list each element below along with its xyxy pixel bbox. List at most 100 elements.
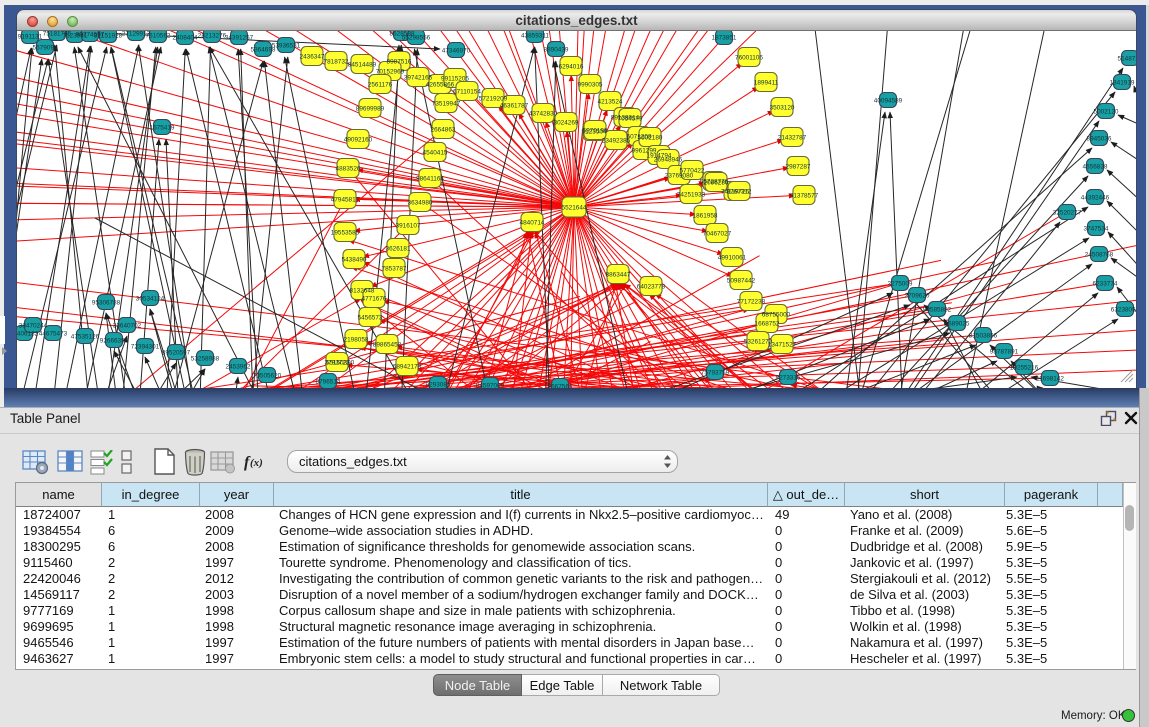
svg-text:89865458: 89865458 <box>373 342 402 349</box>
svg-text:49092160: 49092160 <box>344 137 373 144</box>
svg-text:44392446: 44392446 <box>1081 195 1110 202</box>
svg-text:32520277: 32520277 <box>1053 210 1082 217</box>
svg-text:4883526: 4883526 <box>336 166 361 173</box>
svg-text:72394301: 72394301 <box>131 344 160 351</box>
svg-text:1341919: 1341919 <box>1110 80 1135 87</box>
svg-text:28213276: 28213276 <box>198 33 227 40</box>
svg-text:2664863: 2664863 <box>431 127 456 134</box>
svg-text:5970190: 5970190 <box>583 128 608 135</box>
svg-text:6294016: 6294016 <box>559 64 584 71</box>
svg-text:89699989: 89699989 <box>356 106 385 113</box>
svg-text:9767312: 9767312 <box>727 189 752 196</box>
svg-text:84514489: 84514489 <box>348 62 377 69</box>
svg-text:70505620: 70505620 <box>253 373 282 380</box>
svg-text:2096280: 2096280 <box>704 180 729 187</box>
svg-text:57219209: 57219209 <box>479 96 508 103</box>
svg-text:(x): (x) <box>250 457 263 469</box>
svg-text:8273315: 8273315 <box>776 375 801 382</box>
svg-text:5579094: 5579094 <box>33 45 58 52</box>
svg-text:9191131: 9191131 <box>18 34 43 41</box>
svg-text:4840714: 4840714 <box>520 220 545 227</box>
svg-text:3024269: 3024269 <box>554 120 579 127</box>
svg-text:1861958: 1861958 <box>693 213 718 220</box>
svg-text:1899411: 1899411 <box>754 80 779 87</box>
svg-text:1668752: 1668752 <box>755 321 780 328</box>
svg-text:50987442: 50987442 <box>727 278 756 285</box>
svg-text:5602180: 5602180 <box>638 135 663 142</box>
svg-text:68755000: 68755000 <box>762 312 791 319</box>
svg-text:19255216: 19255216 <box>1010 365 1039 372</box>
svg-text:9293086: 9293086 <box>426 382 451 389</box>
svg-text:44675473: 44675473 <box>39 331 68 338</box>
svg-text:8796514: 8796514 <box>316 379 341 386</box>
svg-text:68942178: 68942178 <box>393 364 422 371</box>
svg-text:5770422: 5770422 <box>680 168 705 175</box>
svg-text:1873851: 1873851 <box>712 35 737 42</box>
svg-text:47346970: 47346970 <box>442 48 471 55</box>
svg-text:6233774: 6233774 <box>1093 281 1118 288</box>
svg-text:8945036: 8945036 <box>1087 136 1112 143</box>
svg-text:5002120: 5002120 <box>1094 109 1119 116</box>
svg-text:81503856: 81503856 <box>969 333 998 340</box>
svg-text:73519947: 73519947 <box>432 101 461 108</box>
svg-text:98641164: 98641164 <box>416 176 444 183</box>
svg-text:55298556: 55298556 <box>402 35 431 42</box>
svg-text:19553585: 19553585 <box>331 230 360 237</box>
svg-text:9667566: 9667566 <box>548 384 573 389</box>
svg-text:2408404: 2408404 <box>173 35 198 42</box>
svg-text:5521644: 5521644 <box>562 205 587 212</box>
svg-text:34406132: 34406132 <box>17 331 39 338</box>
svg-text:99115205: 99115205 <box>441 76 469 83</box>
svg-text:5148725: 5148725 <box>1118 56 1136 63</box>
svg-text:21432787: 21432787 <box>778 135 807 142</box>
svg-text:89520597: 89520597 <box>162 350 191 357</box>
svg-text:7610562: 7610562 <box>146 33 171 40</box>
svg-text:7054579: 7054579 <box>618 116 643 123</box>
svg-text:2275009: 2275009 <box>888 281 913 288</box>
svg-text:2987287: 2987287 <box>786 164 811 171</box>
svg-text:24508768: 24508768 <box>1085 252 1114 259</box>
svg-text:3916107: 3916107 <box>396 223 421 230</box>
svg-text:40094589: 40094589 <box>874 98 903 105</box>
svg-text:70152969: 70152969 <box>376 69 405 76</box>
svg-text:26948946: 26948946 <box>654 157 683 164</box>
svg-text:53936531: 53936531 <box>272 43 301 50</box>
svg-text:2709620: 2709620 <box>905 293 930 300</box>
svg-text:47535126: 47535126 <box>71 334 100 341</box>
svg-text:4656838: 4656838 <box>1083 164 1108 171</box>
svg-text:7853787: 7853787 <box>382 266 407 273</box>
svg-text:43742830: 43742830 <box>529 111 558 118</box>
svg-text:2198058: 2198058 <box>344 337 369 344</box>
svg-text:74251933: 74251933 <box>677 192 706 199</box>
svg-text:8987516: 8987516 <box>387 59 412 66</box>
svg-text:49910061: 49910061 <box>718 255 747 262</box>
svg-text:4771676: 4771676 <box>362 296 387 303</box>
svg-text:3634980: 3634980 <box>408 200 433 207</box>
svg-text:84597009: 84597009 <box>476 383 505 389</box>
svg-text:3626181: 3626181 <box>386 246 411 253</box>
svg-text:53258988: 53258988 <box>191 356 220 363</box>
svg-text:1675419: 1675419 <box>150 125 175 132</box>
svg-text:3783722: 3783722 <box>325 360 350 367</box>
svg-text:2453962: 2453962 <box>226 364 251 371</box>
svg-text:13471527: 13471527 <box>768 342 797 349</box>
svg-text:92666356: 92666356 <box>100 338 129 345</box>
svg-text:46361787: 46361787 <box>500 103 529 110</box>
svg-text:2436347: 2436347 <box>300 54 325 61</box>
svg-text:95306788: 95306788 <box>92 300 121 307</box>
svg-text:42655866: 42655866 <box>426 82 455 89</box>
svg-text:9990305: 9990305 <box>578 82 603 89</box>
svg-text:63238057: 63238057 <box>1111 307 1136 314</box>
svg-text:64023778: 64023778 <box>637 284 666 291</box>
svg-text:4213524: 4213524 <box>598 99 623 106</box>
svg-text:11698142: 11698142 <box>1036 376 1064 383</box>
svg-text:75793759: 75793759 <box>701 370 730 377</box>
svg-text:34391257: 34391257 <box>225 35 254 42</box>
svg-text:7818732: 7818732 <box>324 59 349 66</box>
svg-text:1689025: 1689025 <box>945 321 970 328</box>
svg-text:4540415: 4540415 <box>423 150 448 157</box>
svg-text:67110154: 67110154 <box>453 89 481 96</box>
svg-text:39742165: 39742165 <box>404 75 433 82</box>
svg-text:70467027: 70467027 <box>703 231 732 238</box>
svg-text:30534124: 30534124 <box>136 296 165 303</box>
